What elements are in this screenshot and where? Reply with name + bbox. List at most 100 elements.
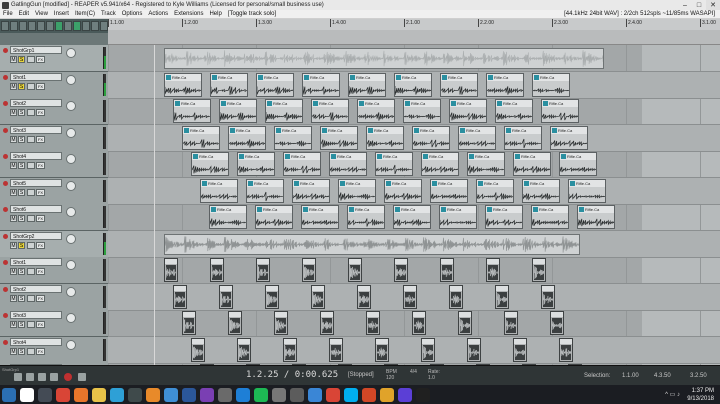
media-item[interactable]: Rifle.Ca (265, 99, 303, 123)
redo-icon[interactable] (46, 21, 54, 31)
menu-edit[interactable]: Edit (16, 11, 32, 17)
store-icon[interactable] (236, 387, 250, 402)
shot-item[interactable] (412, 311, 426, 335)
shot-item[interactable] (394, 258, 408, 282)
media-item[interactable]: Rifle.Ca (412, 126, 450, 150)
media-item[interactable]: Rifle.Ca (430, 179, 468, 203)
record-arm-icon[interactable] (3, 154, 8, 159)
media-item[interactable]: Rifle.Ca (210, 73, 248, 97)
obs-icon[interactable] (416, 387, 430, 402)
minimize-button[interactable]: – (678, 0, 692, 10)
media-item[interactable]: Rifle.Ca (320, 126, 358, 150)
volume-knob[interactable] (66, 340, 76, 350)
record-arm-icon[interactable] (3, 287, 8, 292)
media-item[interactable]: Rifle.Ca (394, 73, 432, 97)
shot-item[interactable] (357, 285, 371, 309)
media-item[interactable]: Rifle.Ca (513, 152, 551, 176)
route-button[interactable] (27, 136, 35, 143)
record-arm-icon[interactable] (3, 128, 8, 133)
region-lane[interactable] (108, 30, 720, 44)
track-name[interactable]: Shot1 (10, 258, 62, 266)
fx-button[interactable]: FX (36, 162, 45, 169)
photos-icon[interactable] (164, 387, 178, 402)
settings-icon[interactable] (28, 21, 36, 31)
media-item[interactable]: Rifle.Ca (246, 179, 284, 203)
menu-item[interactable]: Item(C) (72, 11, 98, 17)
track-header[interactable]: Shot2 M S FX (0, 98, 108, 125)
shot-item[interactable] (237, 338, 251, 362)
shot-item[interactable] (486, 258, 500, 282)
shot-item[interactable] (504, 311, 518, 335)
zip-icon[interactable] (380, 387, 394, 402)
route-button[interactable] (27, 321, 35, 328)
mute-button[interactable]: M (10, 83, 17, 90)
time-display[interactable]: 1.2.25 / 0:00.625 (246, 370, 338, 380)
route-button[interactable] (27, 348, 35, 355)
folder-item-preview[interactable] (164, 48, 604, 69)
video-icon[interactable] (398, 387, 412, 402)
shot-item[interactable] (403, 285, 417, 309)
fx-button[interactable]: FX (36, 109, 45, 116)
media-item[interactable]: Rifle.Ca (541, 99, 579, 123)
media-item[interactable]: Rifle.Ca (421, 152, 459, 176)
route-button[interactable] (27, 83, 35, 90)
shot-item[interactable] (550, 311, 564, 335)
fx-button[interactable]: FX (36, 189, 45, 196)
mute-button[interactable]: M (10, 109, 17, 116)
media-item[interactable]: Rifle.Ca (357, 99, 395, 123)
undo-icon[interactable] (37, 21, 45, 31)
volume-knob[interactable] (66, 48, 76, 58)
open-project-icon[interactable] (10, 21, 18, 31)
tools-icon[interactable] (272, 387, 286, 402)
time-signature[interactable]: 4/4 (410, 369, 417, 375)
track-header[interactable]: Shot3 M S FX (0, 125, 108, 152)
fx-button[interactable]: FX (36, 136, 45, 143)
shot-item[interactable] (375, 338, 389, 362)
windows-icon[interactable] (2, 387, 16, 402)
task-view-icon[interactable] (38, 387, 52, 402)
volume-knob[interactable] (66, 101, 76, 111)
close-button[interactable]: ✕ (706, 0, 720, 10)
track-header[interactable]: Shot4 M S FX (0, 337, 108, 364)
media-item[interactable]: Rifle.Ca (191, 152, 229, 176)
search-icon[interactable] (20, 387, 34, 402)
media-item[interactable]: Rifle.Ca (532, 73, 570, 97)
shot-item[interactable] (449, 285, 463, 309)
track-header[interactable]: Shot5 MS FX (0, 178, 108, 205)
media-item[interactable]: Rifle.Ca (568, 179, 606, 203)
route-button[interactable] (27, 56, 35, 63)
media-item[interactable]: Rifle.Ca (256, 73, 294, 97)
track-header[interactable]: Shot2 M S FX (0, 284, 108, 311)
timeline-ruler[interactable]: 1.1.00 1.2.00 1.3.00 1.4.00 2.1.00 2.2.0… (108, 19, 720, 45)
folder-item-preview[interactable] (164, 234, 580, 255)
track-name[interactable]: Shot3 (10, 126, 62, 134)
mute-button[interactable]: M (10, 242, 17, 249)
media-item[interactable]: Rifle.Ca (384, 179, 422, 203)
menu-actions[interactable]: Actions (145, 11, 171, 17)
selection-end[interactable]: 4.3.50 (654, 373, 671, 379)
solo-button[interactable]: S (18, 242, 25, 249)
record-icon[interactable] (64, 373, 72, 381)
media-item[interactable]: Rifle.Ca (366, 126, 404, 150)
menu-file[interactable]: File (0, 11, 16, 17)
solo-button[interactable]: S (18, 83, 25, 90)
music-icon[interactable] (110, 387, 124, 402)
arrange-view[interactable]: Rifle.Ca Rifle.Ca Rifle.Ca Rifle.Ca Rifle.Ca… (108, 45, 720, 365)
fx-button[interactable]: FX (36, 348, 45, 355)
shot-item[interactable] (311, 285, 325, 309)
chrome2-icon[interactable] (326, 387, 340, 402)
skype-icon[interactable] (344, 387, 358, 402)
taskbar-clock[interactable]: 1:37 PM 9/13/2018 (687, 387, 714, 403)
record-arm-icon[interactable] (3, 48, 8, 53)
volume-knob[interactable] (66, 154, 76, 164)
media-item[interactable]: Rifle.Ca (449, 99, 487, 123)
route-button[interactable] (27, 162, 35, 169)
media-item[interactable]: Rifle.Ca (348, 73, 386, 97)
record-arm-icon[interactable] (3, 75, 8, 80)
media-item[interactable]: Rifle.Ca (182, 126, 220, 150)
go-to-start-icon[interactable] (14, 373, 22, 381)
menu-options[interactable]: Options (119, 11, 146, 17)
maximize-button[interactable]: □ (692, 0, 706, 10)
marker-icon[interactable] (100, 21, 108, 31)
record-arm-icon[interactable] (3, 181, 8, 186)
